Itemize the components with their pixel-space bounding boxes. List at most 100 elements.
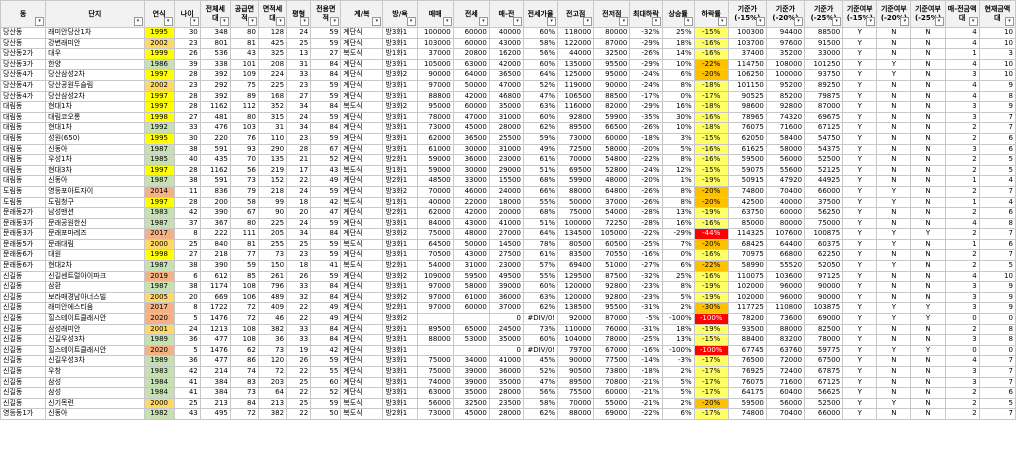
table-cell[interactable]: 27: [173, 249, 201, 262]
table-cell[interactable]: 1987: [143, 143, 175, 156]
table-cell[interactable]: -25%: [629, 334, 663, 346]
table-cell[interactable]: Y: [842, 281, 878, 293]
table-cell[interactable]: Y: [910, 313, 946, 325]
table-cell[interactable]: 74800: [727, 408, 767, 420]
table-cell[interactable]: 3: [944, 69, 980, 81]
table-cell[interactable]: 220: [199, 132, 231, 145]
table-cell[interactable]: 76075: [727, 122, 767, 134]
table-cell[interactable]: 계단식: [340, 143, 384, 156]
table-cell[interactable]: 325: [257, 48, 288, 60]
column-header[interactable]: 기준여부(-25%) ▾: [910, 0, 946, 28]
table-cell[interactable]: 73: [257, 344, 288, 357]
table-cell[interactable]: N: [876, 249, 912, 262]
table-cell[interactable]: 방2화1: [382, 408, 418, 420]
table-cell[interactable]: 래미안에스티움: [45, 302, 145, 315]
table-cell[interactable]: 7: [978, 122, 1016, 134]
table-cell[interactable]: 1%: [661, 175, 695, 187]
column-header[interactable]: 전용면적 ▾: [310, 0, 342, 28]
column-header[interactable]: 상승률 ▾: [661, 0, 695, 28]
table-cell[interactable]: 1999: [143, 48, 175, 60]
table-cell[interactable]: 55600: [765, 164, 806, 177]
table-cell[interactable]: 20000: [488, 207, 524, 219]
table-cell[interactable]: 27: [286, 90, 312, 103]
table-cell[interactable]: N: [910, 154, 946, 166]
table-cell[interactable]: 47000: [488, 79, 524, 92]
table-cell[interactable]: 62%: [522, 122, 559, 134]
table-cell[interactable]: 70: [229, 154, 259, 166]
table-cell[interactable]: 계단식: [340, 79, 384, 92]
table-cell[interactable]: 28000: [488, 408, 524, 420]
table-cell[interactable]: 37000: [416, 48, 454, 60]
table-cell[interactable]: 방3화2: [382, 313, 418, 325]
table-cell[interactable]: 28000: [488, 387, 524, 399]
table-cell[interactable]: 1987: [143, 217, 175, 230]
table-cell[interactable]: -22%: [629, 228, 663, 240]
table-cell[interactable]: 95500: [593, 302, 631, 315]
table-cell[interactable]: 62050: [727, 132, 767, 145]
filter-dropdown-icon[interactable]: ▾: [372, 17, 382, 26]
table-cell[interactable]: N: [910, 323, 946, 336]
table-cell[interactable]: 46800: [488, 90, 524, 103]
table-cell[interactable]: 71600: [765, 122, 806, 134]
filter-dropdown-icon[interactable]: ▾: [512, 17, 522, 26]
table-cell[interactable]: [452, 344, 490, 357]
table-cell[interactable]: 43: [229, 48, 259, 60]
table-cell[interactable]: 75500: [557, 387, 595, 399]
table-cell[interactable]: 당산삼성2차: [45, 69, 145, 81]
table-cell[interactable]: N: [910, 79, 946, 92]
table-cell[interactable]: 79: [229, 185, 259, 198]
table-cell[interactable]: 51%: [522, 164, 559, 177]
table-cell[interactable]: 2002: [143, 79, 175, 92]
table-cell[interactable]: 47000: [452, 111, 490, 124]
table-cell[interactable]: 1162: [199, 101, 231, 113]
table-cell[interactable]: Y: [910, 344, 946, 357]
filter-dropdown-icon[interactable]: ▾: [247, 17, 257, 26]
table-cell[interactable]: -15%: [693, 27, 729, 39]
table-cell[interactable]: 78000: [593, 334, 631, 346]
table-cell[interactable]: 95500: [593, 58, 631, 71]
table-cell[interactable]: 25: [286, 376, 312, 389]
table-cell[interactable]: 129500: [557, 270, 595, 283]
table-cell[interactable]: 대림동: [0, 132, 47, 145]
table-cell[interactable]: 계단식: [340, 58, 384, 71]
table-cell[interactable]: -19%: [693, 323, 729, 336]
table-cell[interactable]: 40000: [416, 196, 454, 209]
table-cell[interactable]: 문래대림: [45, 238, 145, 251]
table-cell[interactable]: 90525: [727, 90, 767, 103]
column-header[interactable]: 매-전금액대 ▾: [944, 0, 980, 28]
table-cell[interactable]: 99: [257, 196, 288, 209]
table-cell[interactable]: 90000: [593, 79, 631, 92]
table-cell[interactable]: 계단식: [340, 249, 384, 262]
table-cell[interactable]: 신동아: [45, 408, 145, 420]
table-cell[interactable]: 방3화1: [382, 143, 418, 156]
table-cell[interactable]: 66000: [804, 185, 844, 198]
table-cell[interactable]: 59: [310, 397, 342, 410]
table-cell[interactable]: 100000: [765, 69, 806, 81]
table-cell[interactable]: Y: [842, 291, 878, 304]
table-cell[interactable]: 338: [199, 58, 231, 71]
table-cell[interactable]: 8: [978, 90, 1016, 103]
table-cell[interactable]: 103000: [416, 37, 454, 50]
table-cell[interactable]: 114750: [727, 58, 767, 71]
table-cell[interactable]: 방3화1: [382, 27, 418, 39]
table-cell[interactable]: 대림동: [0, 101, 47, 113]
table-cell[interactable]: 1: [944, 196, 980, 209]
table-cell[interactable]: 31000: [452, 260, 490, 272]
table-cell[interactable]: 89500: [557, 376, 595, 389]
table-cell[interactable]: Y: [842, 185, 878, 198]
table-cell[interactable]: Y: [842, 207, 878, 219]
table-cell[interactable]: -23%: [629, 291, 663, 304]
table-cell[interactable]: 2005: [143, 291, 175, 304]
table-cell[interactable]: 45000: [452, 408, 490, 420]
table-cell[interactable]: 0: [488, 313, 524, 325]
table-cell[interactable]: 문래동6가: [0, 249, 47, 262]
table-cell[interactable]: 97000: [416, 79, 454, 92]
table-cell[interactable]: [416, 344, 454, 357]
table-cell[interactable]: 60000: [452, 101, 490, 113]
table-cell[interactable]: -18%: [693, 79, 729, 92]
table-cell[interactable]: 56000: [765, 154, 806, 166]
table-cell[interactable]: 한양: [45, 58, 145, 71]
table-cell[interactable]: 106250: [727, 69, 767, 81]
table-cell[interactable]: N: [910, 397, 946, 410]
table-cell[interactable]: 135000: [557, 58, 595, 71]
